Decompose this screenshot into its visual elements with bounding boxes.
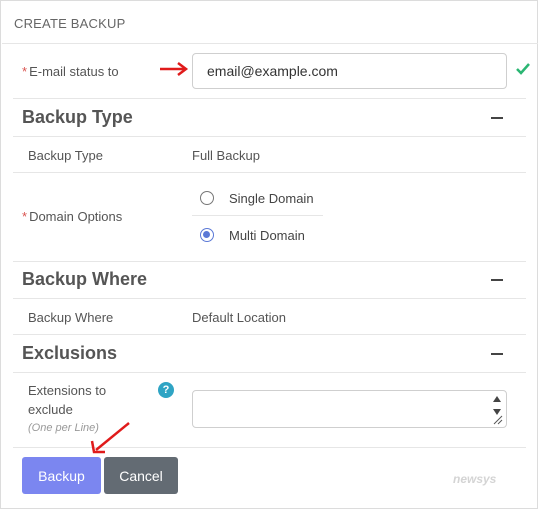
radio-label: Single Domain: [229, 190, 314, 206]
extensions-label-line1: Extensions to: [28, 383, 107, 398]
divider: [2, 43, 538, 44]
collapse-backup-type-button[interactable]: [491, 117, 503, 119]
divider: [13, 334, 526, 335]
help-icon[interactable]: ?: [158, 382, 174, 398]
extensions-textarea[interactable]: [192, 390, 507, 428]
email-label-text: E-mail status to: [29, 64, 119, 79]
create-backup-panel: CREATE BACKUP *E-mail status to Backup T…: [0, 0, 538, 509]
backup-type-value: Full Backup: [192, 148, 260, 163]
divider: [13, 372, 526, 373]
divider: [13, 298, 526, 299]
divider: [13, 98, 526, 99]
section-title-backup-where: Backup Where: [22, 269, 148, 289]
radio-single-domain[interactable]: Single Domain: [192, 180, 323, 216]
required-mark: *: [22, 209, 28, 224]
radio-button-selected[interactable]: [200, 228, 214, 242]
watermark: newsys: [453, 472, 497, 486]
red-arrow-icon: [90, 422, 130, 454]
backup-button[interactable]: Backup: [22, 457, 101, 494]
backup-where-value: Default Location: [192, 310, 286, 325]
required-mark: *: [22, 64, 28, 79]
extensions-label-line2: exclude: [28, 402, 73, 417]
section-title-exclusions: Exclusions: [22, 343, 118, 363]
page-title: CREATE BACKUP: [14, 16, 126, 31]
radio-label: Multi Domain: [229, 227, 305, 243]
check-icon: [516, 63, 530, 75]
domain-options-label: * Domain Options: [22, 209, 122, 224]
scrollbar-resize-icon[interactable]: [491, 393, 503, 425]
cancel-button[interactable]: Cancel: [104, 457, 178, 494]
divider: [13, 261, 526, 262]
divider: [13, 136, 526, 137]
section-title-backup-type: Backup Type: [22, 107, 133, 127]
radio-multi-domain[interactable]: Multi Domain: [192, 217, 323, 253]
collapse-backup-where-button[interactable]: [491, 279, 503, 281]
email-field[interactable]: [192, 53, 507, 89]
collapse-exclusions-button[interactable]: [491, 353, 503, 355]
red-arrow-icon: [160, 62, 189, 76]
divider: [13, 172, 526, 173]
backup-where-label: Backup Where: [28, 310, 114, 325]
domain-options-label-text: Domain Options: [29, 209, 123, 224]
email-label: * E-mail status to: [22, 64, 119, 79]
backup-type-label: Backup Type: [28, 148, 103, 163]
radio-button[interactable]: [200, 191, 214, 205]
divider: [192, 215, 323, 216]
